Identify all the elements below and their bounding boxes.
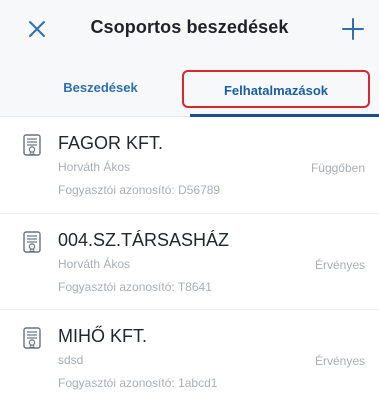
tab-felhatalmazasok[interactable]: Felhatalmazások bbox=[182, 70, 370, 108]
tab-bar: Beszedések Felhatalmazások bbox=[0, 60, 379, 117]
plus-icon bbox=[342, 18, 364, 40]
item-name: FAGOR KFT. bbox=[58, 133, 164, 153]
item-consumer-id: Fogyasztói azonosító: 1abcd1 bbox=[58, 376, 218, 390]
list-item[interactable]: 004.SZ.TÁRSASHÁZ Horváth Ákos Fogyasztói… bbox=[0, 213, 379, 310]
item-name: MIHŐ KFT. bbox=[58, 326, 147, 346]
certificate-document-icon bbox=[23, 231, 41, 253]
item-name: 004.SZ.TÁRSASHÁZ bbox=[58, 230, 230, 250]
close-button[interactable] bbox=[20, 12, 54, 46]
status-badge: Függőben bbox=[310, 161, 365, 175]
authorization-list: FAGOR KFT. Horváth Ákos Fogyasztói azono… bbox=[0, 117, 379, 408]
item-person: Horváth Ákos bbox=[58, 160, 131, 174]
top-bar: Csoportos beszedések bbox=[0, 0, 379, 60]
tab-beszedesek[interactable]: Beszedések bbox=[18, 66, 183, 110]
certificate-document-icon bbox=[23, 134, 41, 156]
add-button[interactable] bbox=[336, 12, 370, 46]
item-person: sdsd bbox=[58, 353, 84, 367]
page-title: Csoportos beszedések bbox=[90, 17, 289, 37]
list-item[interactable]: FAGOR KFT. Horváth Ákos Fogyasztói azono… bbox=[0, 117, 379, 213]
item-consumer-id: Fogyasztói azonosító: D56789 bbox=[58, 183, 221, 197]
status-badge: Érvényes bbox=[314, 258, 365, 272]
screen: Csoportos beszedések Beszedések Felhatal… bbox=[0, 0, 379, 408]
status-badge: Érvényes bbox=[314, 354, 365, 368]
certificate-document-icon bbox=[23, 327, 41, 349]
close-icon bbox=[29, 21, 45, 37]
list-item[interactable]: MIHŐ KFT. sdsd Fogyasztói azonosító: 1ab… bbox=[0, 309, 379, 406]
item-person: Horváth Ákos bbox=[58, 257, 131, 271]
item-consumer-id: Fogyasztói azonosító: T8641 bbox=[58, 280, 212, 294]
